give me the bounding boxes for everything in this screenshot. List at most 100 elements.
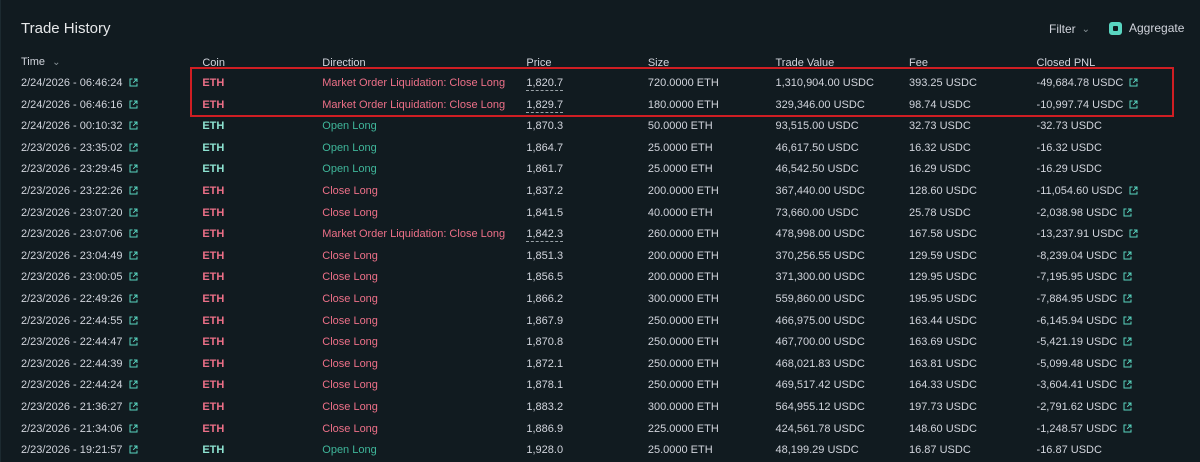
cell-size: 25.0000 ETH: [647, 163, 713, 176]
table-row: 2/23/2026 - 23:22:26 ETH Close Long 1,83…: [1, 181, 1200, 203]
cell-fee: 197.73 USDC: [909, 400, 977, 413]
external-link-icon[interactable]: [129, 78, 138, 87]
cell-coin: ETH: [202, 138, 322, 160]
external-link-icon[interactable]: [1129, 186, 1138, 195]
cell-coin: ETH: [202, 397, 322, 419]
external-link-icon[interactable]: [129, 424, 138, 433]
external-link-icon[interactable]: [129, 251, 138, 260]
cell-size: 720.0000 ETH: [647, 77, 719, 89]
external-link-icon[interactable]: [1123, 402, 1132, 411]
coin-label[interactable]: ETH: [202, 423, 224, 435]
coin-label[interactable]: ETH: [202, 185, 224, 197]
external-link-icon[interactable]: [1129, 229, 1138, 238]
direction-label: Close Long: [322, 184, 378, 197]
cell-trade-value: 467,700.00 USDC: [775, 336, 865, 349]
cell-price: 1,856.5: [526, 267, 647, 289]
external-link-icon[interactable]: [129, 186, 138, 195]
cell-size: 200.0000 ETH: [647, 184, 719, 197]
aggregate-checkbox[interactable]: [1109, 21, 1122, 35]
time-text: 2/23/2026 - 23:35:02: [21, 141, 123, 154]
external-link-icon[interactable]: [129, 164, 138, 173]
cell-closed-pnl: -11,054.60 USDC: [1037, 181, 1200, 203]
cell-closed-pnl: -5,421.19 USDC: [1037, 332, 1200, 354]
external-link-icon[interactable]: [129, 294, 138, 303]
column-header-time[interactable]: Time ⌄: [1, 52, 202, 73]
coin-label[interactable]: ETH: [202, 444, 224, 456]
coin-label[interactable]: ETH: [202, 120, 224, 132]
external-link-icon[interactable]: [1123, 294, 1132, 303]
cell-direction: Close Long: [322, 332, 526, 354]
external-link-icon[interactable]: [129, 208, 138, 217]
external-link-icon[interactable]: [129, 316, 138, 325]
coin-label[interactable]: ETH: [202, 250, 224, 262]
coin-label[interactable]: ETH: [202, 77, 224, 89]
external-link-icon[interactable]: [129, 229, 138, 238]
external-link-icon[interactable]: [1123, 359, 1132, 368]
external-link-icon[interactable]: [1123, 251, 1132, 260]
external-link-icon[interactable]: [129, 380, 138, 389]
price-value[interactable]: 1,829.7: [526, 98, 564, 113]
price-value: 1,841.5: [526, 206, 564, 219]
external-link-icon[interactable]: [129, 359, 138, 368]
cell-price: 1,867.9: [526, 311, 647, 333]
external-link-icon[interactable]: [1123, 272, 1132, 281]
external-link-icon[interactable]: [1123, 424, 1132, 433]
direction-label: Close Long: [322, 292, 378, 305]
sort-chevron-icon[interactable]: ⌄: [52, 57, 60, 68]
cell-size: 225.0000 ETH: [647, 422, 719, 435]
external-link-icon[interactable]: [129, 337, 138, 346]
cell-time: 2/23/2026 - 23:29:45: [1, 159, 202, 181]
pnl-value: -49,684.78 USDC: [1036, 77, 1124, 89]
price-value[interactable]: 1,820.7: [526, 77, 564, 91]
external-link-icon[interactable]: [1129, 78, 1138, 87]
time-text: 2/23/2026 - 22:44:39: [21, 357, 123, 370]
coin-label[interactable]: ETH: [202, 293, 224, 305]
cell-direction: Close Long: [322, 311, 526, 333]
external-link-icon[interactable]: [1123, 380, 1132, 389]
cell-trade-value: 93,515.00 USDC: [775, 120, 859, 133]
coin-label[interactable]: ETH: [202, 271, 224, 283]
cell-trade-value: 48,199.29 USDC: [775, 444, 859, 457]
cell-direction: Open Long: [322, 440, 526, 462]
coin-label[interactable]: ETH: [202, 336, 224, 348]
coin-label[interactable]: ETH: [202, 401, 224, 413]
direction-label: Market Order Liquidation: Close Long: [322, 77, 506, 89]
external-link-icon[interactable]: [129, 143, 138, 152]
cell-closed-pnl: -16.29 USDC: [1037, 159, 1200, 181]
external-link-icon[interactable]: [1123, 337, 1132, 346]
coin-label[interactable]: ETH: [202, 228, 224, 240]
filter-dropdown[interactable]: Filter ⌄: [1049, 22, 1090, 36]
direction-label: Open Long: [322, 163, 377, 176]
external-link-icon[interactable]: [129, 272, 138, 281]
cell-size: 200.0000 ETH: [647, 271, 719, 284]
coin-label[interactable]: ETH: [202, 379, 224, 391]
coin-label[interactable]: ETH: [202, 142, 224, 154]
external-link-icon[interactable]: [1123, 316, 1132, 325]
cell-fee: 148.60 USDC: [909, 422, 977, 435]
pnl-value: -5,099.48 USDC: [1036, 357, 1118, 370]
cell-time: 2/23/2026 - 19:21:57: [1, 440, 202, 462]
coin-label[interactable]: ETH: [202, 207, 224, 219]
external-link-icon[interactable]: [129, 445, 138, 454]
cell-direction: Open Long: [322, 116, 526, 138]
cell-size: 250.0000 ETH: [647, 357, 719, 370]
coin-label[interactable]: ETH: [202, 315, 224, 327]
price-value: 1,861.7: [526, 163, 564, 176]
external-link-icon[interactable]: [129, 402, 138, 411]
price-value: 1,928.0: [526, 444, 564, 457]
cell-coin: ETH: [202, 267, 322, 289]
cell-trade-value: 468,021.83 USDC: [775, 357, 865, 370]
external-link-icon[interactable]: [129, 100, 138, 109]
column-header-direction: Direction: [322, 56, 366, 69]
external-link-icon[interactable]: [1123, 208, 1132, 217]
price-value[interactable]: 1,842.3: [526, 228, 564, 243]
coin-label[interactable]: ETH: [202, 358, 224, 370]
external-link-icon[interactable]: [1129, 100, 1138, 109]
coin-label[interactable]: ETH: [202, 163, 224, 175]
coin-label[interactable]: ETH: [202, 99, 224, 111]
table-row: 2/23/2026 - 23:04:49 ETH Close Long 1,85…: [1, 246, 1200, 268]
cell-trade-value: 469,517.42 USDC: [775, 379, 865, 392]
cell-trade-value: 371,300.00 USDC: [775, 271, 865, 284]
external-link-icon[interactable]: [129, 121, 138, 130]
aggregate-toggle[interactable]: Aggregate: [1109, 21, 1184, 35]
